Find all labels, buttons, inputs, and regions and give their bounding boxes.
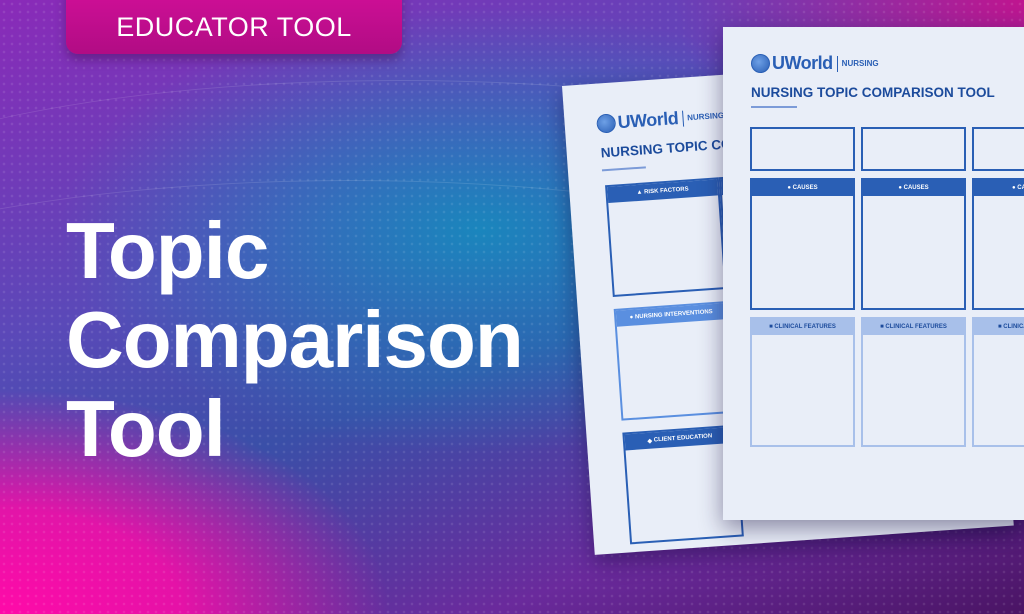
section-nursing-interventions: ● NURSING INTERVENTIONS: [613, 300, 736, 421]
headline-line-3: Tool: [66, 384, 226, 473]
section-risk-factors: ▲ RISK FACTORS: [605, 177, 727, 297]
circle-icon: ●: [629, 314, 634, 321]
clinical-features-box-2: ■ CLINICAL FEATURES: [861, 317, 966, 447]
title-underline: [751, 106, 797, 108]
clinical-features-box-3: ■ CLINICAL: [972, 317, 1024, 447]
badge-label: EDUCATOR TOOL: [116, 11, 352, 42]
topic-name-box-1: [750, 127, 855, 171]
section-header: ● CAUSES: [863, 180, 964, 196]
section-header: ■ CLINICAL FEATURES: [752, 319, 853, 335]
headline: Topic Comparison Tool: [66, 206, 524, 473]
logo-word: UWorld: [772, 53, 833, 73]
triangle-icon: ▲: [636, 189, 643, 197]
educator-tool-badge: EDUCATOR TOOL: [66, 0, 402, 54]
logo-sub: NURSING: [841, 59, 879, 68]
headline-line-2: Comparison: [66, 295, 524, 384]
worksheet-title: NURSING TOPIC COMPARISON TOOL: [751, 85, 995, 100]
headline-line-1: Topic: [66, 206, 269, 295]
clinical-features-box-1: ■ CLINICAL FEATURES: [750, 317, 855, 447]
section-header: ◆ CLIENT EDUCATION: [624, 426, 736, 451]
worksheet-front: UWorld NURSING NURSING TOPIC COMPARISON …: [723, 27, 1024, 520]
topic-name-box-2: [861, 127, 966, 171]
causes-box-2: ● CAUSES: [861, 178, 966, 310]
logo-sub: NURSING: [686, 110, 725, 123]
section-header: ■ CLINICAL: [974, 319, 1024, 335]
globe-icon: [751, 54, 770, 73]
worksheet-title: NURSING TOPIC CO: [600, 136, 732, 161]
globe-icon: [596, 113, 617, 134]
section-header: ● NURSING INTERVENTIONS: [615, 303, 727, 327]
section-header: ■ CLINICAL FEATURES: [863, 319, 964, 335]
diamond-icon: ◆: [647, 438, 653, 445]
uworld-logo: UWorld NURSING: [596, 105, 725, 135]
causes-box-3: ● CA: [972, 178, 1024, 310]
topic-name-box-3: [972, 127, 1024, 171]
causes-box-1: ● CAUSES: [750, 178, 855, 310]
section-header: ● CA: [974, 180, 1024, 196]
uworld-logo: UWorld NURSING: [751, 53, 879, 74]
section-header: ▲ RISK FACTORS: [607, 179, 719, 204]
logo-separator: [836, 55, 838, 72]
logo-separator: [681, 110, 684, 127]
title-underline: [601, 166, 646, 172]
logo-word: UWorld: [616, 107, 679, 133]
section-header: ● CAUSES: [752, 180, 853, 196]
